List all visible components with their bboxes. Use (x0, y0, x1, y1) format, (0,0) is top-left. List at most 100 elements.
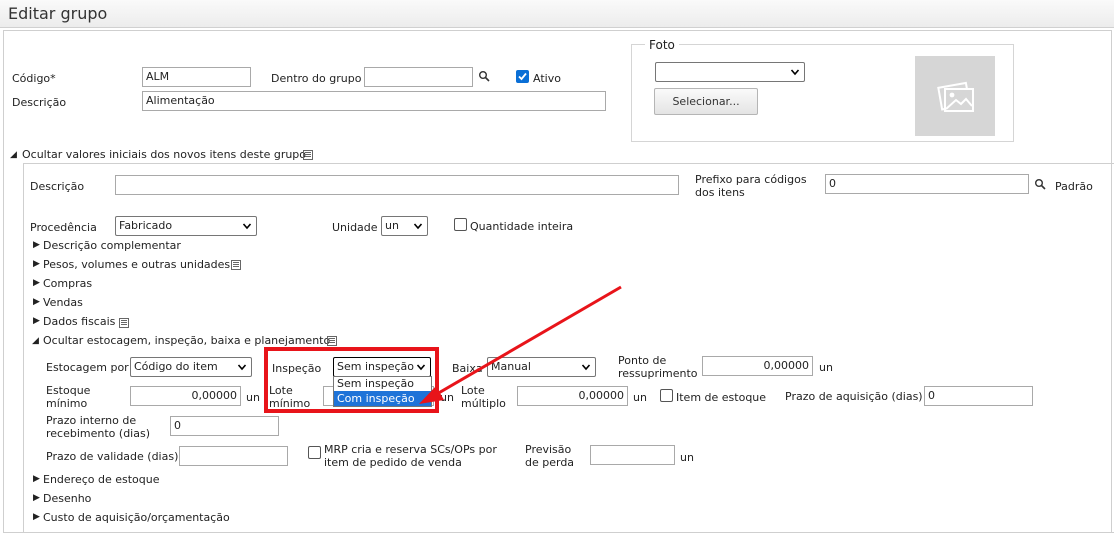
item-descricao-input[interactable] (115, 175, 679, 195)
quantidade-inteira-label: Quantidade inteira (470, 220, 574, 233)
desenho-toggle[interactable]: Desenho (43, 492, 91, 505)
codigo-input[interactable]: ALM (142, 67, 251, 87)
expand-triangle-icon[interactable]: ▶ (33, 512, 40, 522)
prazo-interno-line1: Prazo interno de (46, 414, 137, 427)
estocagem-value: Código do item (134, 360, 218, 373)
prazo-interno-input[interactable]: 0 (170, 416, 279, 436)
procedencia-value: Fabricado (119, 219, 173, 232)
ativo-checkbox[interactable] (516, 70, 529, 83)
prazo-interno-label: Prazo interno de recebimento (dias) (46, 414, 150, 440)
padrao-link[interactable]: Padrão (1055, 180, 1093, 193)
estoque-minimo-line2: mínimo (46, 397, 88, 410)
mrp-checkbox[interactable] (308, 446, 321, 459)
prazo-interno-line2: recebimento (dias) (46, 427, 150, 440)
descricao-input[interactable]: Alimentação (142, 91, 606, 111)
vendas-toggle[interactable]: Vendas (43, 296, 83, 309)
ocultar-estocagem-toggle[interactable]: Ocultar estocagem, inspeção, baixa e pla… (43, 334, 330, 347)
previsao-label-line2: de perda (525, 456, 575, 469)
expand-triangle-icon[interactable]: ▶ (33, 278, 40, 288)
expand-triangle-icon[interactable]: ▶ (33, 297, 40, 307)
chevron-down-icon (237, 364, 247, 371)
dados-fiscais-toggle[interactable]: Dados fiscais (43, 315, 115, 328)
window-title: Editar grupo (8, 4, 108, 23)
foto-legend: Foto (645, 38, 679, 52)
dentro-do-grupo-label: Dentro do grupo (271, 72, 362, 85)
prefixo-label-line2: dos itens (695, 186, 745, 199)
list-icon (119, 318, 129, 328)
image-placeholder-icon (937, 81, 974, 112)
ponto-label-line1: Ponto de (618, 354, 667, 367)
previsao-label-line1: Previsão (525, 443, 572, 456)
descricao-label: Descrição (12, 96, 67, 109)
ponto-ressuprimento-input[interactable]: 0,00000 (702, 356, 813, 376)
check-icon (518, 72, 527, 81)
pesos-volumes-toggle[interactable]: Pesos, volumes e outras unidades (43, 258, 230, 271)
expand-triangle-icon[interactable]: ▶ (33, 493, 40, 503)
lote-multiplo-line1: Lote (461, 384, 485, 397)
list-icon (327, 336, 337, 346)
estocagem-label: Estocagem por (46, 361, 129, 374)
item-de-estoque-label: Item de estoque (676, 391, 767, 404)
list-icon (303, 150, 313, 160)
chevron-down-icon (581, 364, 591, 371)
prefixo-label: Prefixo para códigos dos itens (695, 173, 807, 199)
previsao-perda-label: Previsão de perda (525, 443, 574, 469)
lote-multiplo-input[interactable]: 0,00000 (517, 386, 628, 406)
lote-multiplo-unit: un (633, 391, 647, 404)
lote-minimo-unit: un (440, 391, 454, 404)
highlight-box (264, 347, 439, 413)
expand-triangle-icon[interactable]: ▶ (33, 240, 40, 250)
chevron-down-icon (413, 223, 423, 230)
procedencia-select[interactable]: Fabricado (115, 216, 257, 236)
dentro-do-grupo-input[interactable] (364, 67, 473, 87)
ponto-unit: un (819, 361, 833, 374)
list-icon (231, 260, 241, 270)
unidade-value: un (385, 219, 399, 232)
descricao-complementar-toggle[interactable]: Descrição complementar (43, 239, 181, 252)
selecionar-foto-button[interactable]: Selecionar... (654, 88, 758, 115)
estoque-minimo-line1: Estoque (46, 384, 91, 397)
window-titlebar: Editar grupo (0, 0, 1114, 28)
expand-triangle-icon[interactable]: ▶ (33, 474, 40, 484)
estoque-minimo-input[interactable]: 0,00000 (130, 386, 241, 406)
baixa-label: Baixa (452, 362, 483, 375)
custo-aquisicao-toggle[interactable]: Custo de aquisição/orçamentação (43, 511, 230, 524)
expand-triangle-icon[interactable]: ▶ (33, 316, 40, 326)
foto-select[interactable] (655, 62, 805, 82)
ocultar-valores-toggle[interactable]: Ocultar valores iniciais dos novos itens… (22, 148, 306, 161)
quantidade-inteira-checkbox[interactable] (454, 218, 467, 231)
endereco-estoque-toggle[interactable]: Endereço de estoque (43, 473, 160, 486)
previsao-perda-input[interactable] (590, 445, 675, 465)
unidade-label: Unidade (332, 221, 378, 234)
baixa-select[interactable]: Manual (487, 357, 596, 377)
codigo-label: Código* (12, 72, 56, 85)
mrp-label-line1: MRP cria e reserva SCs/OPs por (324, 443, 497, 456)
ponto-label-line2: ressuprimento (618, 367, 698, 380)
photo-placeholder (915, 56, 995, 136)
collapse-triangle-icon[interactable]: ◢ (10, 150, 17, 160)
search-icon[interactable] (478, 70, 490, 82)
lote-multiplo-label: Lote múltiplo (461, 384, 506, 410)
prefixo-input[interactable]: 0 (825, 174, 1029, 194)
mrp-label: MRP cria e reserva SCs/OPs por item de p… (324, 443, 497, 469)
item-de-estoque-checkbox[interactable] (660, 389, 673, 402)
item-descricao-label: Descrição (30, 180, 85, 193)
prazo-aquisicao-input[interactable]: 0 (924, 386, 1033, 406)
prazo-aquisicao-label: Prazo de aquisição (dias) (785, 390, 923, 403)
prazo-validade-label: Prazo de validade (dias) (46, 450, 179, 463)
lote-multiplo-line2: múltiplo (461, 397, 506, 410)
procedencia-label: Procedência (30, 221, 97, 234)
chevron-down-icon (790, 69, 800, 76)
compras-toggle[interactable]: Compras (43, 277, 92, 290)
mrp-label-line2: item de pedido de venda (324, 456, 462, 469)
search-icon[interactable] (1034, 178, 1046, 190)
baixa-value: Manual (491, 360, 531, 373)
estocagem-select[interactable]: Código do item (130, 357, 252, 377)
prazo-validade-input[interactable] (179, 446, 288, 466)
expand-triangle-icon[interactable]: ▶ (33, 259, 40, 269)
unidade-select[interactable]: un (381, 216, 428, 236)
chevron-down-icon (242, 223, 252, 230)
ativo-label: Ativo (533, 72, 561, 85)
collapse-triangle-icon[interactable]: ◢ (32, 336, 39, 346)
ponto-ressuprimento-label: Ponto de ressuprimento (618, 354, 698, 380)
